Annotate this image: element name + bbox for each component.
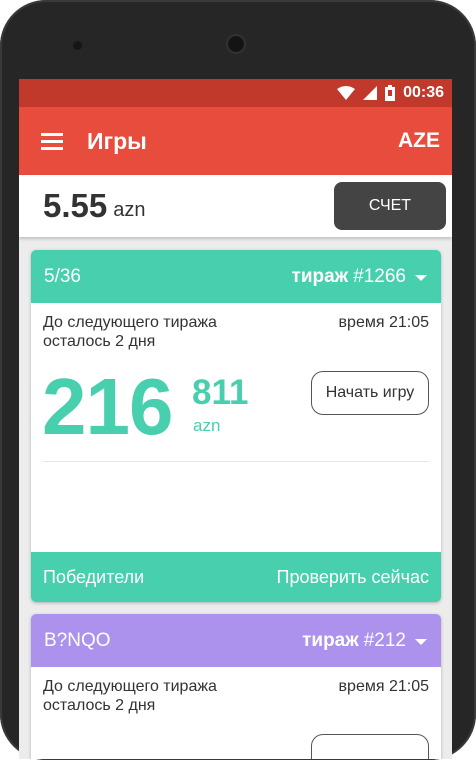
draw-number: #1266 bbox=[353, 265, 406, 287]
screen: 00:36 Игры AZE 5.55 azn СЧЕТ 5/36 тираж … bbox=[19, 79, 452, 759]
jackpot-currency: azn bbox=[193, 416, 221, 435]
draw-label: тираж bbox=[291, 265, 349, 287]
winners-label: Победители bbox=[43, 566, 145, 587]
game-card: 5/36 тираж #1266 До следующего тиража ос… bbox=[31, 250, 441, 602]
divider bbox=[43, 461, 429, 462]
account-button[interactable]: СЧЕТ bbox=[334, 182, 446, 230]
sensor-dot bbox=[73, 41, 82, 50]
start-game-button[interactable]: Начать игру bbox=[311, 371, 429, 415]
draw-time: время 21:05 bbox=[338, 678, 429, 695]
game-card-header[interactable]: B?NQO тираж #212 bbox=[31, 614, 441, 667]
game-name: B?NQO bbox=[44, 629, 111, 651]
app-bar: Игры AZE bbox=[19, 107, 452, 175]
draw-time: время 21:05 bbox=[338, 314, 429, 331]
menu-icon[interactable] bbox=[41, 133, 63, 150]
balance-amount: 5.55 bbox=[43, 187, 108, 224]
draw-label: тираж bbox=[302, 629, 359, 651]
phone-frame: 00:36 Игры AZE 5.55 azn СЧЕТ 5/36 тираж … bbox=[0, 0, 476, 760]
currency-switch[interactable]: AZE bbox=[398, 129, 440, 153]
check-now-link[interactable]: Проверить сейчас bbox=[277, 567, 429, 588]
jackpot-main: 216 bbox=[42, 362, 173, 451]
balance-currency: azn bbox=[113, 198, 146, 221]
start-game-button[interactable] bbox=[311, 734, 429, 759]
game-card-header[interactable]: 5/36 тираж #1266 bbox=[31, 250, 441, 303]
next-draw-text: До следующего тиража осталось 2 дня bbox=[43, 678, 217, 714]
page-title: Игры bbox=[87, 127, 147, 154]
status-bar: 00:36 bbox=[19, 79, 452, 107]
battery-icon bbox=[385, 85, 396, 101]
game-card: B?NQO тираж #212 До следующего тиража ос… bbox=[31, 614, 441, 759]
winners-footer[interactable]: Победители Проверить сейчас bbox=[31, 552, 441, 602]
status-time: 00:36 bbox=[403, 84, 444, 101]
signal-icon bbox=[363, 86, 378, 100]
draw-info: До следующего тиража осталось 2 дня врем… bbox=[31, 667, 441, 715]
next-draw-text: До следующего тиража осталось 2 дня bbox=[43, 314, 217, 350]
jackpot: 216 811 azn Начать игру bbox=[31, 351, 441, 461]
draw-info: До следующего тиража осталось 2 дня врем… bbox=[31, 303, 441, 351]
balance-bar: 5.55 azn СЧЕТ bbox=[19, 175, 452, 237]
game-name: 5/36 bbox=[44, 265, 81, 287]
wifi-icon bbox=[337, 86, 356, 100]
jackpot-small: 811 bbox=[192, 373, 249, 412]
dropdown-caret-icon[interactable] bbox=[415, 274, 427, 281]
draw-number: #212 bbox=[363, 629, 406, 651]
front-camera bbox=[226, 34, 246, 54]
dropdown-caret-icon[interactable] bbox=[415, 638, 427, 645]
